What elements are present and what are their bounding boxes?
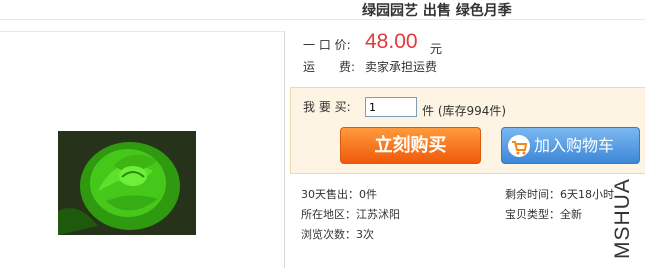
price-currency: 元 [430,42,443,56]
view-count: 浏览次数：3次 [301,228,374,241]
sold-30d: 30天售出：0件 [301,188,377,201]
image-panel [0,31,285,268]
page-title: 绿园园艺 出售 绿色月季 [362,3,512,19]
price-label: 一 口 价: [303,38,351,52]
green-rose-image [58,131,196,235]
item-type: 宝贝类型：全新 [505,208,582,221]
product-image[interactable] [58,131,196,235]
stock-text: 件 (库存994件) [422,104,507,118]
location: 所在地区：江苏沭阳 [301,208,400,221]
shipping-value: 卖家承担运费 [365,60,438,74]
remaining-time: 剩余时间：6天18小时 [505,188,614,201]
add-to-cart-button[interactable]: 加入购物车 [501,127,640,164]
watermark: MSHUA [611,178,634,259]
add-to-cart-label: 加入购物车 [534,136,615,155]
quantity-label: 我 要 买: [303,100,351,114]
shopping-cart-icon [508,135,530,157]
price-value: 48.00 [365,30,418,53]
shipping-label: 运 费: [303,60,356,74]
quantity-input[interactable] [365,97,417,117]
buy-now-button[interactable]: 立刻购买 [340,127,481,164]
divider [0,19,645,20]
